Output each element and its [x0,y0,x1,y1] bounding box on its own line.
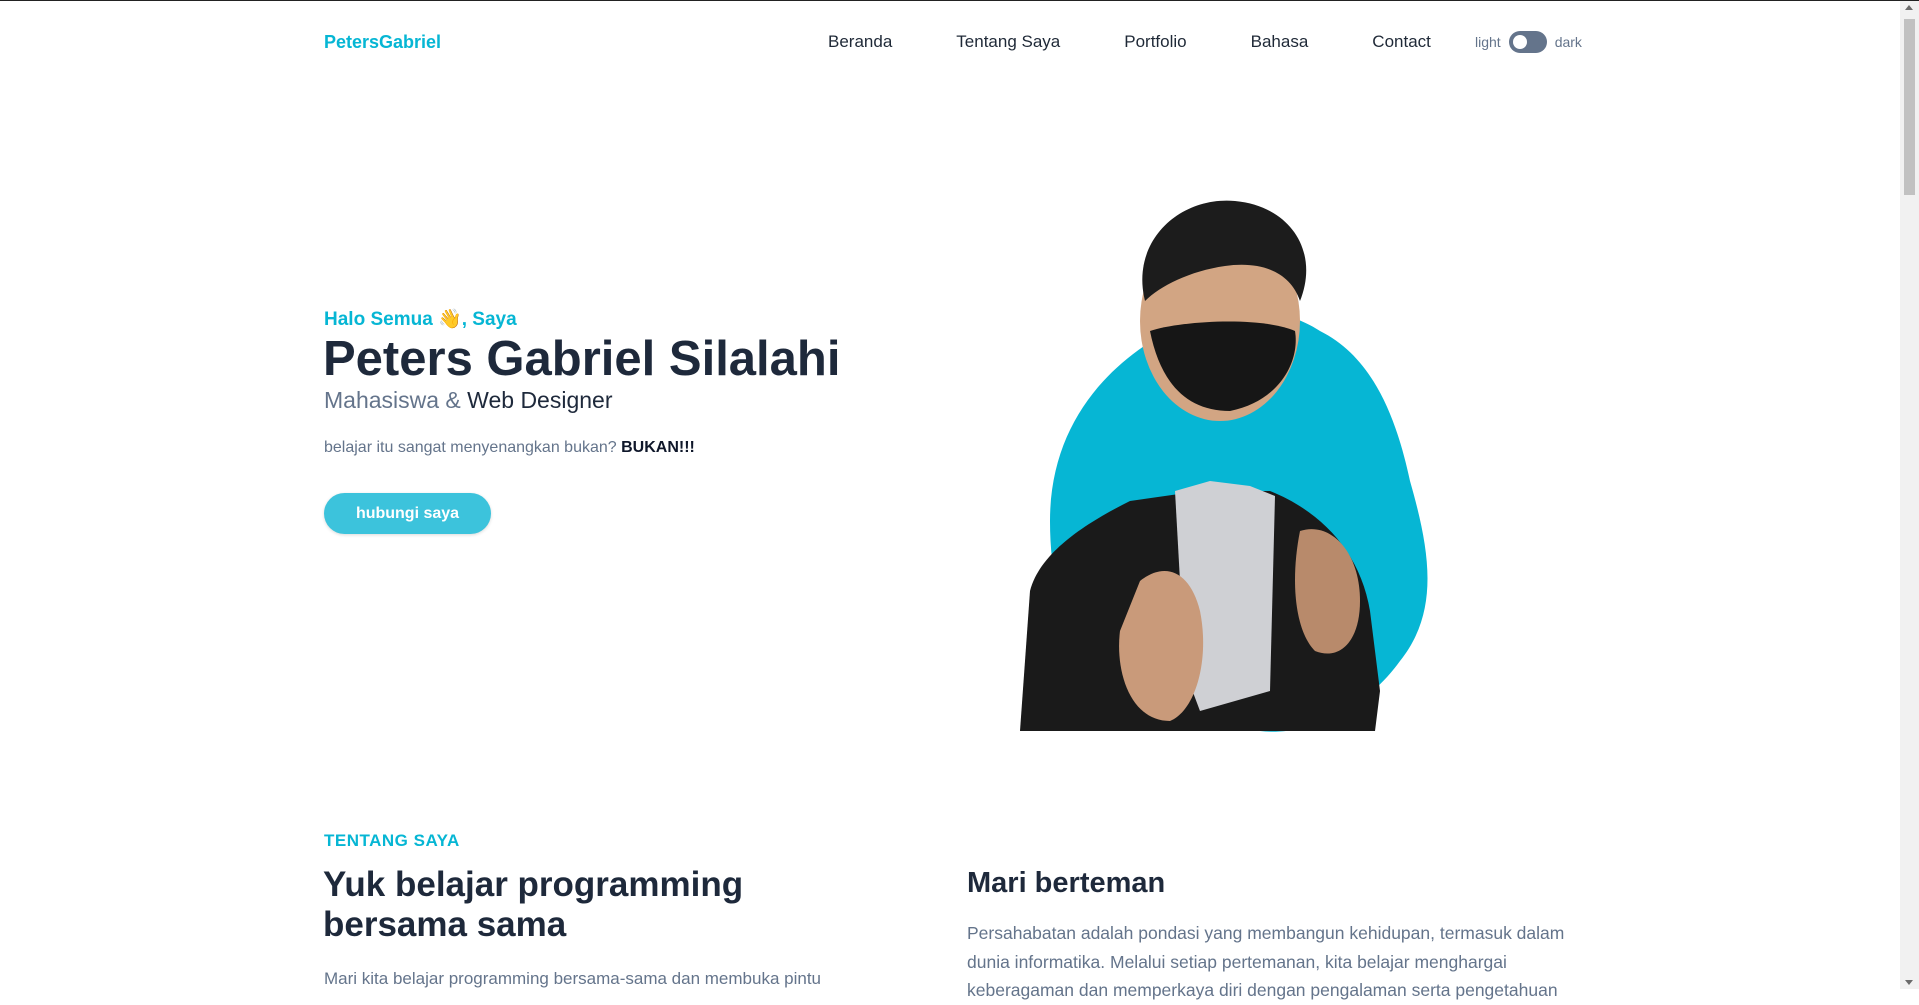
theme-toggle-switch[interactable] [1508,31,1547,53]
main-nav: Beranda Tentang Saya Portfolio Bahasa Co… [828,32,1431,52]
brand-logo[interactable]: PetersGabriel [324,32,441,53]
toggle-knob [1512,35,1527,49]
theme-dark-label: dark [1554,34,1582,50]
site-header: PetersGabriel Beranda Tentang Saya Portf… [0,1,1900,85]
role-strong: Web Designer [467,387,613,413]
nav-link-contact[interactable]: Contact [1372,32,1431,52]
hero-name: Peters Gabriel Silalahi [323,332,841,386]
tagline-text: belajar itu sangat menyenangkan bukan? [324,439,617,456]
contact-cta-button[interactable]: hubungi saya [324,493,491,534]
about-section-label: TENTANG SAYA [324,831,460,850]
hero-portrait [1020,200,1428,732]
scroll-down-icon[interactable] [1905,980,1913,985]
nav-link-portfolio[interactable]: Portfolio [1124,32,1186,52]
scroll-up-icon[interactable] [1905,5,1913,10]
friend-title: Mari berteman [967,867,1166,899]
greeting-suffix: , Saya [461,309,517,330]
greeting-text: Halo Semua [324,309,439,330]
waving-hand-icon: 👋 [438,309,462,330]
nav-link-tentang-saya[interactable]: Tentang Saya [956,32,1060,52]
page-scrollbar[interactable] [1900,1,1919,989]
tagline-bold: BUKAN!!! [621,439,695,456]
about-title: Yuk belajar programming bersama sama [323,865,744,944]
about-text: Mari kita belajar programming bersama-sa… [324,969,821,988]
nav-link-bahasa[interactable]: Bahasa [1251,32,1309,52]
hero-role: Mahasiswa & Web Designer [324,387,612,414]
hero-greeting: Halo Semua 👋, Saya [324,307,517,331]
role-prefix: Mahasiswa & [324,387,468,413]
theme-light-label: light [1475,34,1501,50]
hero-tagline: belajar itu sangat menyenangkan bukan? B… [324,439,695,457]
theme-toggle-group: light dark [1475,31,1582,53]
friend-text: Persahabatan adalah pondasi yang membang… [967,923,1565,1000]
nav-link-beranda[interactable]: Beranda [828,32,892,52]
scroll-thumb[interactable] [1904,19,1915,195]
